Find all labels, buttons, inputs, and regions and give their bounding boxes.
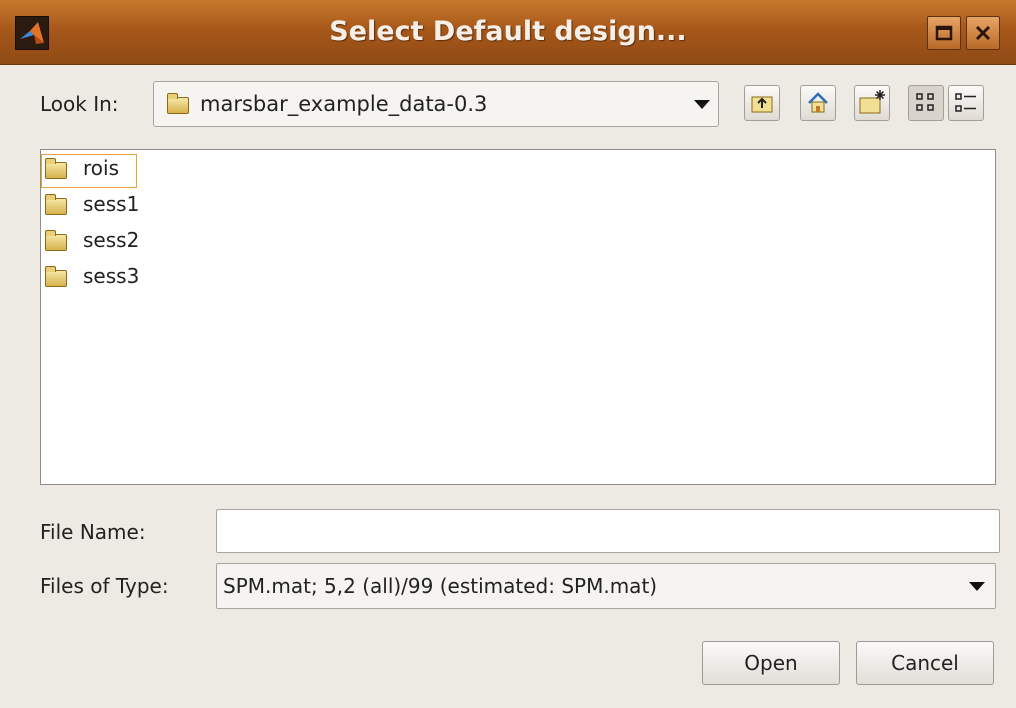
details-view-icon — [955, 93, 976, 112]
folder-icon — [45, 230, 67, 251]
list-view-icon — [916, 93, 934, 111]
file-list[interactable]: rois sess1 sess2 sess3 — [40, 149, 996, 485]
list-view-button[interactable] — [908, 85, 944, 121]
list-item[interactable]: sess2 — [41, 224, 191, 256]
files-of-type-label: Files of Type: — [40, 574, 169, 598]
new-folder-icon — [859, 90, 885, 114]
file-name: sess2 — [83, 228, 140, 252]
folder-icon — [167, 93, 189, 114]
maximize-icon — [935, 25, 953, 41]
new-folder-button[interactable] — [854, 85, 890, 121]
folder-icon — [45, 158, 67, 179]
open-button[interactable]: Open — [702, 641, 840, 685]
folder-icon — [45, 194, 67, 215]
close-button[interactable] — [966, 16, 1000, 50]
file-name: sess3 — [83, 264, 140, 288]
file-name: sess1 — [83, 192, 140, 216]
home-icon — [808, 92, 828, 113]
list-item[interactable]: sess3 — [41, 260, 191, 292]
title-bar[interactable]: Select Default design... — [0, 0, 1016, 65]
look-in-value: marsbar_example_data-0.3 — [200, 92, 488, 116]
chevron-down-icon — [694, 100, 710, 109]
files-of-type-combo[interactable]: SPM.mat; 5,2 (all)/99 (estimated: SPM.ma… — [216, 563, 996, 609]
file-name-input[interactable] — [216, 509, 1000, 553]
up-folder-icon — [751, 96, 773, 113]
details-view-button[interactable] — [948, 85, 984, 121]
files-of-type-value: SPM.mat; 5,2 (all)/99 (estimated: SPM.ma… — [223, 574, 658, 598]
look-in-label: Look In: — [40, 92, 119, 116]
file-name-label: File Name: — [40, 520, 146, 544]
folder-icon — [45, 266, 67, 287]
file-name: rois — [83, 156, 119, 180]
chevron-down-icon — [969, 582, 985, 591]
list-item[interactable]: sess1 — [41, 188, 191, 220]
list-item[interactable]: rois — [41, 152, 137, 188]
home-button[interactable] — [800, 85, 836, 121]
up-one-level-button[interactable] — [744, 85, 780, 121]
cancel-button[interactable]: Cancel — [856, 641, 994, 685]
look-in-combo[interactable]: marsbar_example_data-0.3 — [153, 81, 719, 127]
window-title: Select Default design... — [329, 16, 687, 47]
maximize-button[interactable] — [927, 16, 961, 50]
close-icon — [975, 25, 991, 41]
